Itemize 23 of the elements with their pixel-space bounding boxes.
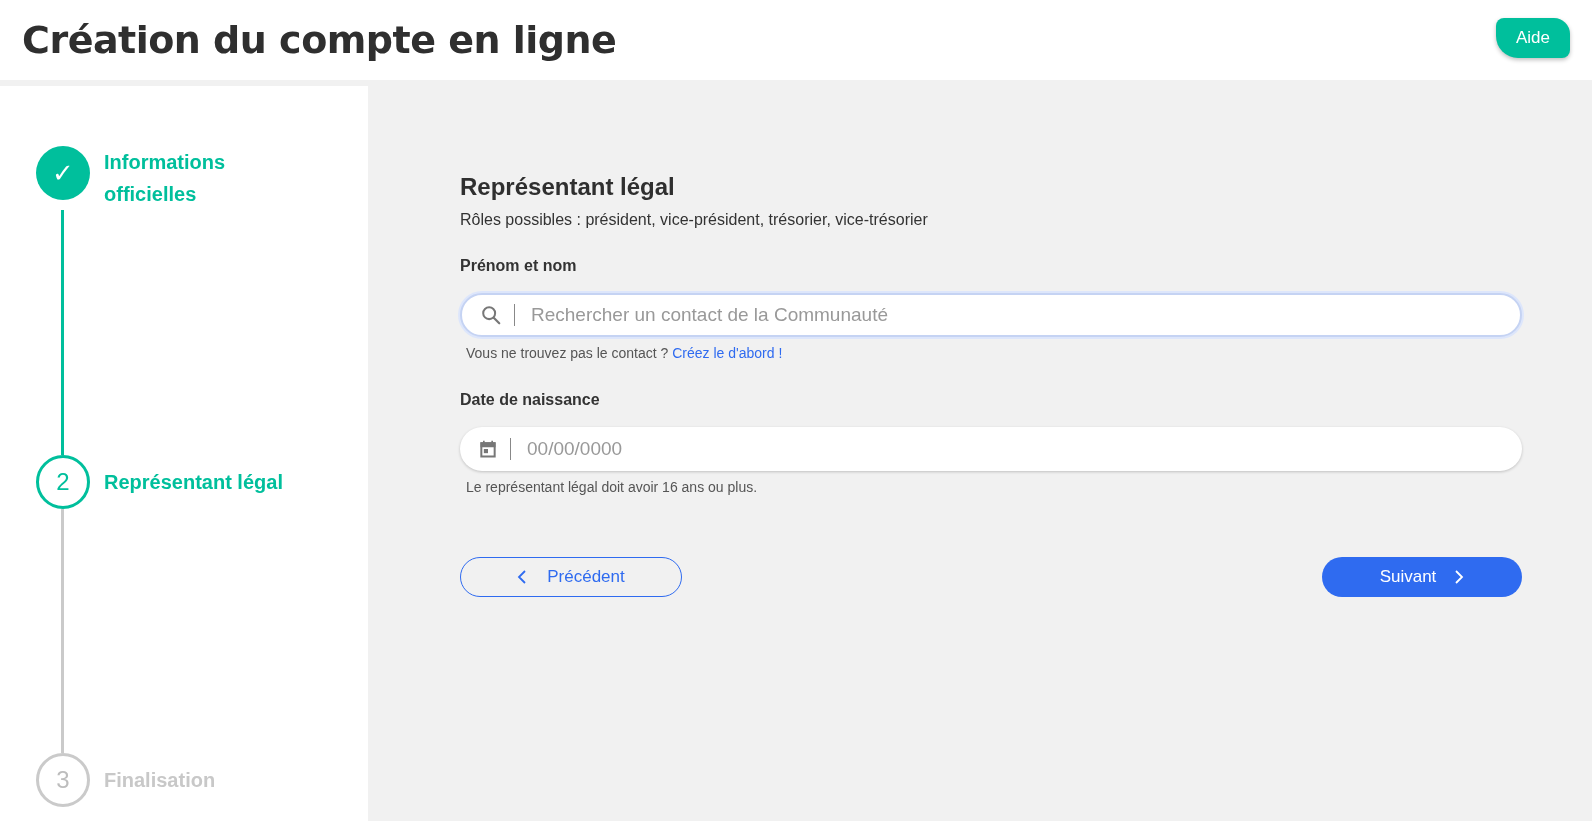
search-field[interactable]: Rechercher un contact de la Communauté bbox=[460, 293, 1522, 337]
chevron-left-icon bbox=[517, 569, 528, 585]
step-label: Représentant légal bbox=[104, 469, 284, 495]
step-label: Informations officielles bbox=[104, 150, 227, 207]
section-title: Représentant légal bbox=[460, 173, 676, 201]
step-marker: 2 bbox=[36, 454, 90, 509]
calendar-icon bbox=[478, 439, 498, 459]
step-marker: 3 bbox=[36, 753, 90, 807]
field-hint: Le représentant légal doit avoir 16 ans ou plus. bbox=[466, 479, 759, 495]
page-title: Création du compte en ligne bbox=[22, 18, 617, 62]
field-hint: Vous ne trouvez pas le contact ? Créez le d'abord ! bbox=[466, 345, 784, 361]
date-input[interactable]: 00/00/0000 bbox=[525, 437, 1522, 461]
search-icon bbox=[480, 304, 502, 326]
field-label: Date de naissance bbox=[460, 391, 601, 409]
chevron-right-icon bbox=[1454, 569, 1465, 585]
field-label: Prénom et nom bbox=[460, 257, 578, 275]
step-marker: ✓ bbox=[36, 146, 90, 200]
next-button[interactable]: Suivant bbox=[1322, 557, 1522, 597]
search-input[interactable]: Rechercher un contact de la Communauté bbox=[529, 303, 1520, 327]
section-subtitle: Rôles possibles : président, vice-président, trésorier, vice-trésorier bbox=[460, 211, 929, 229]
help-button[interactable]: Aide bbox=[1495, 18, 1570, 58]
date-field[interactable]: 00/00/0000 bbox=[460, 427, 1522, 471]
create-contact-link[interactable]: Créez le d'abord ! bbox=[672, 345, 783, 361]
